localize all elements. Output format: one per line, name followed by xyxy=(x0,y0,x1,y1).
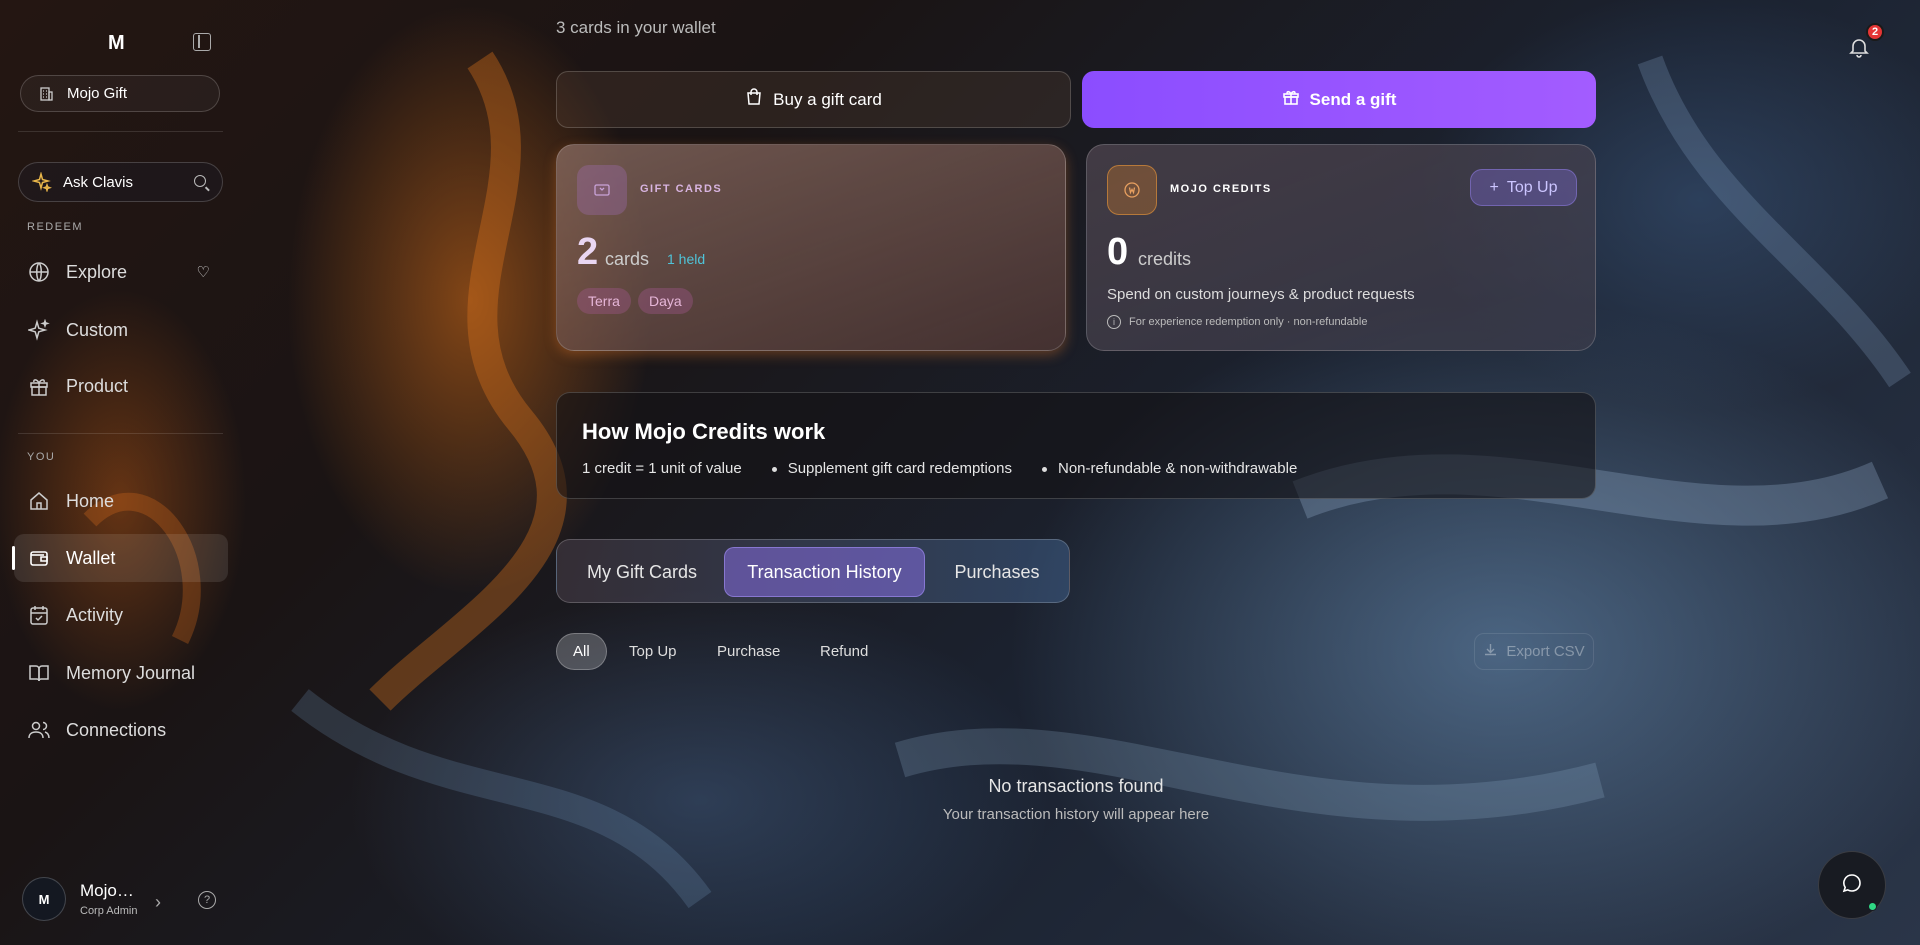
sidebar-item-custom[interactable]: Custom xyxy=(14,306,228,354)
chat-bubble-icon xyxy=(1841,872,1863,899)
gift-card-icon xyxy=(577,165,627,215)
send-gift-button[interactable]: Send a gift xyxy=(1082,71,1596,128)
credits-note: i For experience redemption only · non-r… xyxy=(1107,315,1367,329)
credits-note-text: For experience redemption only · non-ref… xyxy=(1129,316,1368,328)
plus-icon: + xyxy=(1489,178,1499,196)
filter-refund[interactable]: Refund xyxy=(804,633,884,670)
heart-icon[interactable]: ♡ xyxy=(197,263,210,281)
howto-point: 1 credit = 1 unit of value xyxy=(582,460,742,477)
chevron-right-icon[interactable]: › xyxy=(155,892,161,913)
top-up-button[interactable]: + Top Up xyxy=(1470,169,1577,206)
book-icon xyxy=(28,662,50,684)
gift-icon xyxy=(1282,88,1300,111)
empty-state-subtitle: Your transaction history will appear her… xyxy=(942,806,1210,823)
help-icon[interactable]: ? xyxy=(198,891,216,909)
howto-point: Supplement gift card redemptions xyxy=(771,460,1012,477)
held-count: 1 held xyxy=(667,251,706,267)
sidebar-item-product[interactable]: Product xyxy=(14,362,228,410)
notification-badge: 2 xyxy=(1866,23,1884,41)
gift-cards-unit: cards xyxy=(605,249,650,269)
tab-transaction-history[interactable]: Transaction History xyxy=(724,547,925,597)
filter-top-up[interactable]: Top Up xyxy=(613,633,693,670)
gift-card-tag[interactable]: Terra xyxy=(577,288,631,314)
divider xyxy=(18,131,223,132)
user-profile[interactable]: M Mojo… Corp Admin xyxy=(22,877,137,921)
org-name: Mojo Gift xyxy=(67,85,128,102)
credits-description: Spend on custom journeys & product reque… xyxy=(1107,286,1415,303)
howto-point: Non-refundable & non-withdrawable xyxy=(1041,460,1297,477)
wallet-tabs: My Gift Cards Transaction History Purcha… xyxy=(556,539,1070,603)
sidebar-item-label: Explore xyxy=(66,261,128,282)
sidebar-collapse-icon[interactable] xyxy=(193,33,211,51)
wallet-icon xyxy=(28,547,50,569)
gift-card-tag[interactable]: Daya xyxy=(638,288,693,314)
sidebar-item-explore[interactable]: Explore ♡ xyxy=(14,248,228,296)
info-icon: i xyxy=(1107,315,1121,329)
user-role: Corp Admin xyxy=(80,905,138,917)
sidebar-item-wallet[interactable]: Wallet xyxy=(12,534,228,582)
how-credits-work-panel: How Mojo Credits work 1 credit = 1 unit … xyxy=(556,392,1596,499)
how-credits-work-title: How Mojo Credits work xyxy=(582,419,826,444)
filter-all[interactable]: All xyxy=(556,633,607,670)
mojo-credits-card: MOJO CREDITS + Top Up 0 credits Spend on… xyxy=(1086,144,1596,351)
globe-icon xyxy=(28,261,50,283)
coin-icon xyxy=(1107,165,1157,215)
user-name: Mojo… xyxy=(80,881,134,900)
sidebar-item-label: Custom xyxy=(66,319,129,340)
search-icon xyxy=(194,175,206,187)
export-csv-label: Export CSV xyxy=(1506,643,1585,660)
building-icon xyxy=(35,83,57,105)
gift-icon xyxy=(28,375,50,397)
sidebar-item-label: Product xyxy=(66,375,129,396)
app-logo[interactable]: M xyxy=(108,32,125,55)
avatar: M xyxy=(22,877,66,921)
empty-state-title: No transactions found xyxy=(988,776,1164,796)
sidebar-item-connections[interactable]: Connections xyxy=(14,706,228,754)
sidebar-item-label: Memory Journal xyxy=(66,662,196,683)
section-label-you: YOU xyxy=(27,451,56,463)
filter-purchase[interactable]: Purchase xyxy=(701,633,796,670)
how-credits-work-points: 1 credit = 1 unit of value Supplement gi… xyxy=(582,460,1327,477)
users-icon xyxy=(28,719,50,741)
wallet-subtitle: 3 cards in your wallet xyxy=(556,18,716,37)
ask-clavis-button[interactable]: Ask Clavis xyxy=(18,162,223,202)
sidebar-item-label: Home xyxy=(66,490,115,511)
bell-icon[interactable] xyxy=(1847,35,1871,59)
ask-clavis-label: Ask Clavis xyxy=(63,173,134,191)
send-gift-label: Send a gift xyxy=(1309,89,1397,109)
sidebar: M Mojo Gift Ask Clavis REDEEM Explore ♡ … xyxy=(0,0,232,945)
divider xyxy=(18,433,223,434)
export-csv-button[interactable]: Export CSV xyxy=(1474,633,1594,670)
sidebar-item-label: Connections xyxy=(66,719,167,740)
credits-unit: credits xyxy=(1138,249,1192,269)
shopping-bag-icon xyxy=(745,88,763,111)
sparkle-icon xyxy=(31,171,53,193)
online-status-dot xyxy=(1868,902,1877,911)
sidebar-item-home[interactable]: Home xyxy=(14,477,228,525)
sidebar-item-activity[interactable]: Activity xyxy=(14,591,228,639)
sidebar-item-label: Activity xyxy=(66,604,124,625)
mojo-credits-label: MOJO CREDITS xyxy=(1170,183,1272,195)
home-icon xyxy=(28,490,50,512)
buy-gift-card-label: Buy a gift card xyxy=(773,89,882,109)
buy-gift-card-button[interactable]: Buy a gift card xyxy=(556,71,1071,128)
sidebar-item-memory-journal[interactable]: Memory Journal xyxy=(14,649,228,697)
gift-cards-count: 2 xyxy=(577,231,599,273)
org-switcher[interactable]: Mojo Gift xyxy=(20,75,220,112)
tab-my-gift-cards[interactable]: My Gift Cards xyxy=(567,547,717,597)
sparkle-icon xyxy=(28,319,50,341)
credits-count: 0 xyxy=(1107,231,1129,273)
sidebar-item-label: Wallet xyxy=(66,547,116,568)
gift-cards-label: GIFT CARDS xyxy=(640,183,723,195)
gift-cards-card[interactable]: GIFT CARDS 2 cards 1 held Terra Daya xyxy=(556,144,1066,351)
calendar-check-icon xyxy=(28,604,50,626)
tab-purchases[interactable]: Purchases xyxy=(931,547,1063,597)
top-up-label: Top Up xyxy=(1506,178,1558,196)
download-icon xyxy=(1483,642,1498,661)
section-label-redeem: REDEEM xyxy=(27,221,84,233)
